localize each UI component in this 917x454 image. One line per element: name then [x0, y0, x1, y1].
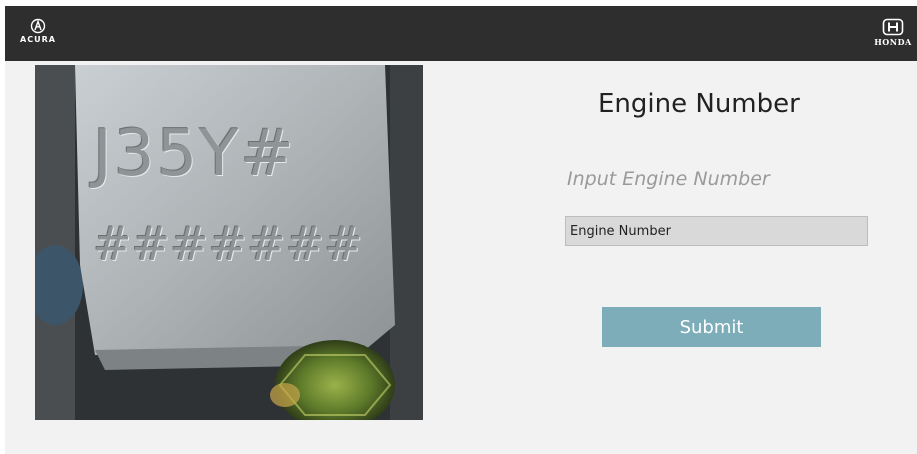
engine-number-input[interactable]: [565, 216, 868, 246]
page-title: Engine Number: [598, 89, 800, 119]
engine-stamp-serial: #######: [93, 217, 363, 271]
acura-logo-icon: [30, 18, 46, 34]
honda-logo: HONDA: [871, 18, 915, 47]
submit-button[interactable]: Submit: [602, 307, 821, 347]
top-bar: ACURA HONDA: [5, 6, 917, 61]
input-instruction: Input Engine Number: [567, 168, 770, 190]
honda-logo-icon: [882, 18, 904, 36]
main-content: J35Y# ####### Engine Number Input Engine…: [5, 61, 917, 454]
engine-number-example-photo: J35Y# #######: [35, 65, 423, 420]
acura-wordmark: ACURA: [20, 35, 56, 44]
honda-wordmark: HONDA: [874, 37, 912, 47]
engine-stamp-prefix: J35Y#: [93, 117, 297, 191]
acura-logo: ACURA: [17, 18, 59, 44]
